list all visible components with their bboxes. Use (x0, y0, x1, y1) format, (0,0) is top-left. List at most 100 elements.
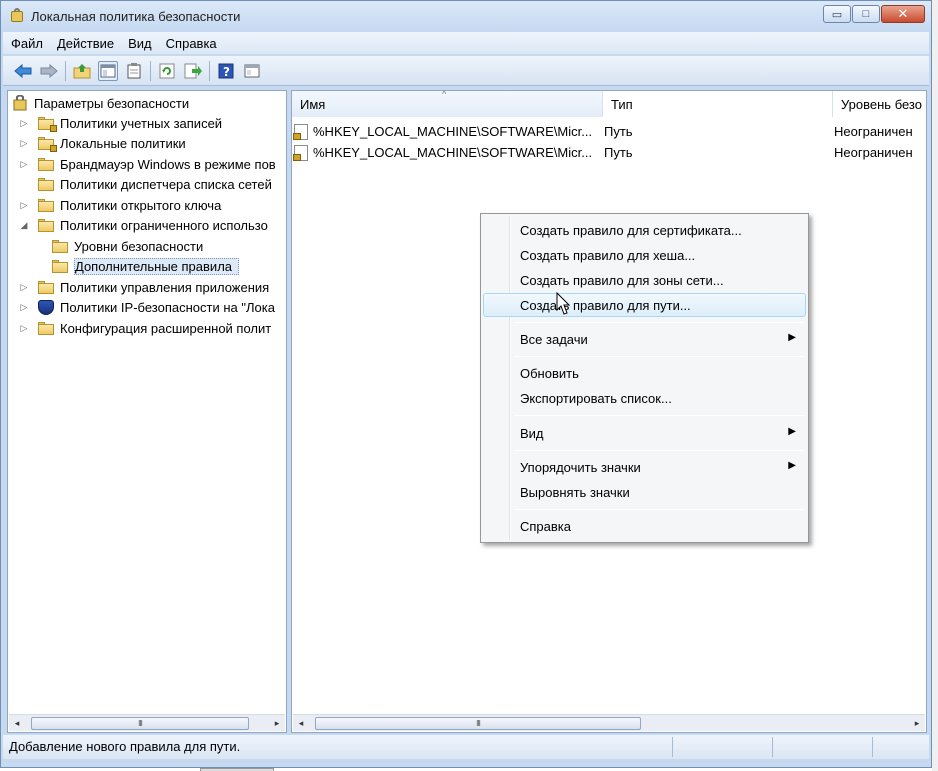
status-bar: Добавление нового правила для пути. (3, 735, 929, 759)
tree-item-label: Уровни безопасности (74, 238, 204, 254)
console-icon[interactable] (242, 61, 262, 81)
column-header-level[interactable]: Уровень безо (833, 91, 926, 117)
folder-icon (38, 198, 54, 212)
column-header-level-label: Уровень безо (841, 96, 922, 112)
column-header-name[interactable]: ^ Имя (292, 91, 603, 117)
show-tree-icon[interactable] (98, 60, 118, 81)
expand-arrow-icon[interactable]: ▷ (18, 200, 30, 211)
menu-separator (514, 415, 804, 416)
tree-item[interactable]: Политики диспетчера списка сетей (18, 175, 272, 195)
menu-help-item[interactable]: Справка (483, 514, 806, 538)
forward-arrow-icon[interactable] (39, 61, 59, 81)
menu-create-hash-rule[interactable]: Создать правило для хеша... (483, 243, 806, 267)
expand-arrow-icon[interactable]: ▷ (18, 323, 30, 334)
tree-item[interactable]: ▷ Брандмауэр Windows в режиме пов (18, 154, 276, 174)
security-settings-icon (12, 94, 28, 111)
toolbar: ? (3, 56, 929, 86)
menu-create-path-rule[interactable]: Создать правило для пути... (483, 293, 806, 317)
tree-item[interactable]: ▷ Политики IP-безопасности на "Лока (18, 298, 275, 318)
back-arrow-icon[interactable] (13, 61, 33, 81)
window-title: Локальная политика безопасности (31, 8, 241, 24)
tree-root[interactable]: Параметры безопасности (12, 93, 189, 113)
expand-arrow-icon[interactable]: ▷ (18, 282, 30, 293)
collapse-arrow-icon[interactable]: ◢ (18, 220, 30, 231)
tree-item[interactable]: ▷ Локальные политики (18, 134, 186, 154)
menu-item-label: Экспортировать список... (520, 390, 672, 406)
minimize-button[interactable]: ▭ (823, 5, 851, 23)
column-header-type[interactable]: Тип (603, 91, 833, 117)
path-rule-icon (293, 123, 308, 140)
folder-icon (38, 157, 54, 171)
up-folder-icon[interactable] (72, 61, 92, 81)
scroll-right-icon[interactable]: ▸ (269, 718, 285, 729)
tree-item[interactable]: ▷ Политики открытого ключа (18, 195, 222, 215)
tree-item-label: Политики IP-безопасности на "Лока (60, 300, 275, 315)
menu-view[interactable]: Вид (128, 36, 152, 51)
tree-item-label: Политики ограниченного использо (60, 218, 268, 233)
tree-item[interactable]: Дополнительные правила (44, 257, 240, 277)
folder-icon (52, 260, 68, 273)
menu-all-tasks[interactable]: Все задачи ▶ (483, 327, 806, 351)
tree-item[interactable]: ◢ Политики ограниченного использо (18, 216, 268, 236)
folder-icon (38, 178, 54, 191)
menu-item-label: Упорядочить значки (520, 459, 641, 475)
folder-icon (38, 280, 54, 294)
tree-item[interactable]: ▷ Политики управления приложения (18, 277, 270, 297)
help-icon[interactable]: ? (216, 61, 236, 81)
menu-item-label: Все задачи (520, 331, 588, 347)
tree-item[interactable]: ▷ Политики учетных записей (18, 113, 222, 133)
tree-item-label: Политики открытого ключа (60, 197, 222, 213)
export-icon[interactable] (183, 61, 203, 81)
menu-export-list[interactable]: Экспортировать список... (483, 386, 806, 410)
rule-level: Неограничен (834, 124, 913, 139)
scroll-right-icon[interactable]: ▸ (909, 718, 925, 729)
menu-item-label: Вид (520, 425, 544, 441)
tree-horizontal-scrollbar[interactable]: ◂ III ▸ (9, 714, 285, 731)
tree-item-label: Брандмауэр Windows в режиме пов (60, 156, 276, 172)
tree-item[interactable]: ▷ Конфигурация расширенной полит (18, 318, 272, 338)
expand-arrow-icon[interactable]: ▷ (18, 159, 30, 170)
toolbar-separator (150, 60, 151, 81)
column-header-type-label: Тип (611, 96, 633, 112)
menu-refresh[interactable]: Обновить (483, 361, 806, 385)
list-horizontal-scrollbar[interactable]: ◂ III ▸ (293, 714, 925, 731)
menu-line-up-icons[interactable]: Выровнять значки (483, 480, 806, 504)
properties-icon[interactable] (124, 61, 144, 81)
menu-bar: Файл Действие Вид Справка (3, 32, 929, 54)
tree-item[interactable]: Уровни безопасности (44, 236, 203, 256)
expand-arrow-icon[interactable]: ▷ (18, 302, 30, 313)
list-item[interactable]: %HKEY_LOCAL_MACHINE\SOFTWARE\Micr... Пут… (293, 121, 913, 142)
rule-level: Неограничен (834, 145, 913, 160)
screen-edge (932, 0, 938, 771)
status-cell (773, 737, 873, 757)
expand-arrow-icon[interactable]: ▷ (18, 118, 30, 129)
tree-pane[interactable]: Параметры безопасности ▷ Политики учетных… (7, 90, 287, 733)
menu-help[interactable]: Справка (166, 36, 217, 51)
scroll-left-icon[interactable]: ◂ (293, 718, 309, 729)
scroll-thumb[interactable]: III (31, 716, 249, 730)
rule-type: Путь (604, 124, 633, 139)
menu-action[interactable]: Действие (57, 36, 114, 51)
expand-arrow-icon[interactable]: ▷ (18, 138, 30, 149)
menu-view-submenu[interactable]: Вид ▶ (483, 421, 806, 445)
list-item[interactable]: %HKEY_LOCAL_MACHINE\SOFTWARE\Micr... Пут… (293, 142, 913, 163)
close-button[interactable]: ✕ (881, 5, 925, 23)
tree-item-label: Политики учетных записей (60, 115, 223, 131)
menu-arrange-icons[interactable]: Упорядочить значки ▶ (483, 455, 806, 479)
menu-create-zone-rule[interactable]: Создать правило для зоны сети... (483, 268, 806, 292)
menu-item-label: Создать правило для сертификата... (520, 222, 742, 238)
submenu-arrow-icon: ▶ (788, 426, 796, 437)
security-policy-app-icon (9, 8, 25, 24)
refresh-icon[interactable] (157, 61, 177, 81)
rule-name: %HKEY_LOCAL_MACHINE\SOFTWARE\Micr... (313, 124, 593, 139)
scroll-thumb[interactable]: III (315, 716, 641, 730)
title-bar[interactable]: Локальная политика безопасности ▭ □ ✕ (1, 1, 931, 31)
submenu-arrow-icon: ▶ (788, 332, 796, 343)
folder-icon (38, 321, 54, 335)
column-header-name-label: Имя (300, 96, 326, 112)
menu-file[interactable]: Файл (11, 36, 43, 51)
toolbar-separator (209, 60, 210, 81)
scroll-left-icon[interactable]: ◂ (9, 718, 25, 729)
menu-create-certificate-rule[interactable]: Создать правило для сертификата... (483, 218, 806, 242)
maximize-button[interactable]: □ (852, 5, 880, 23)
